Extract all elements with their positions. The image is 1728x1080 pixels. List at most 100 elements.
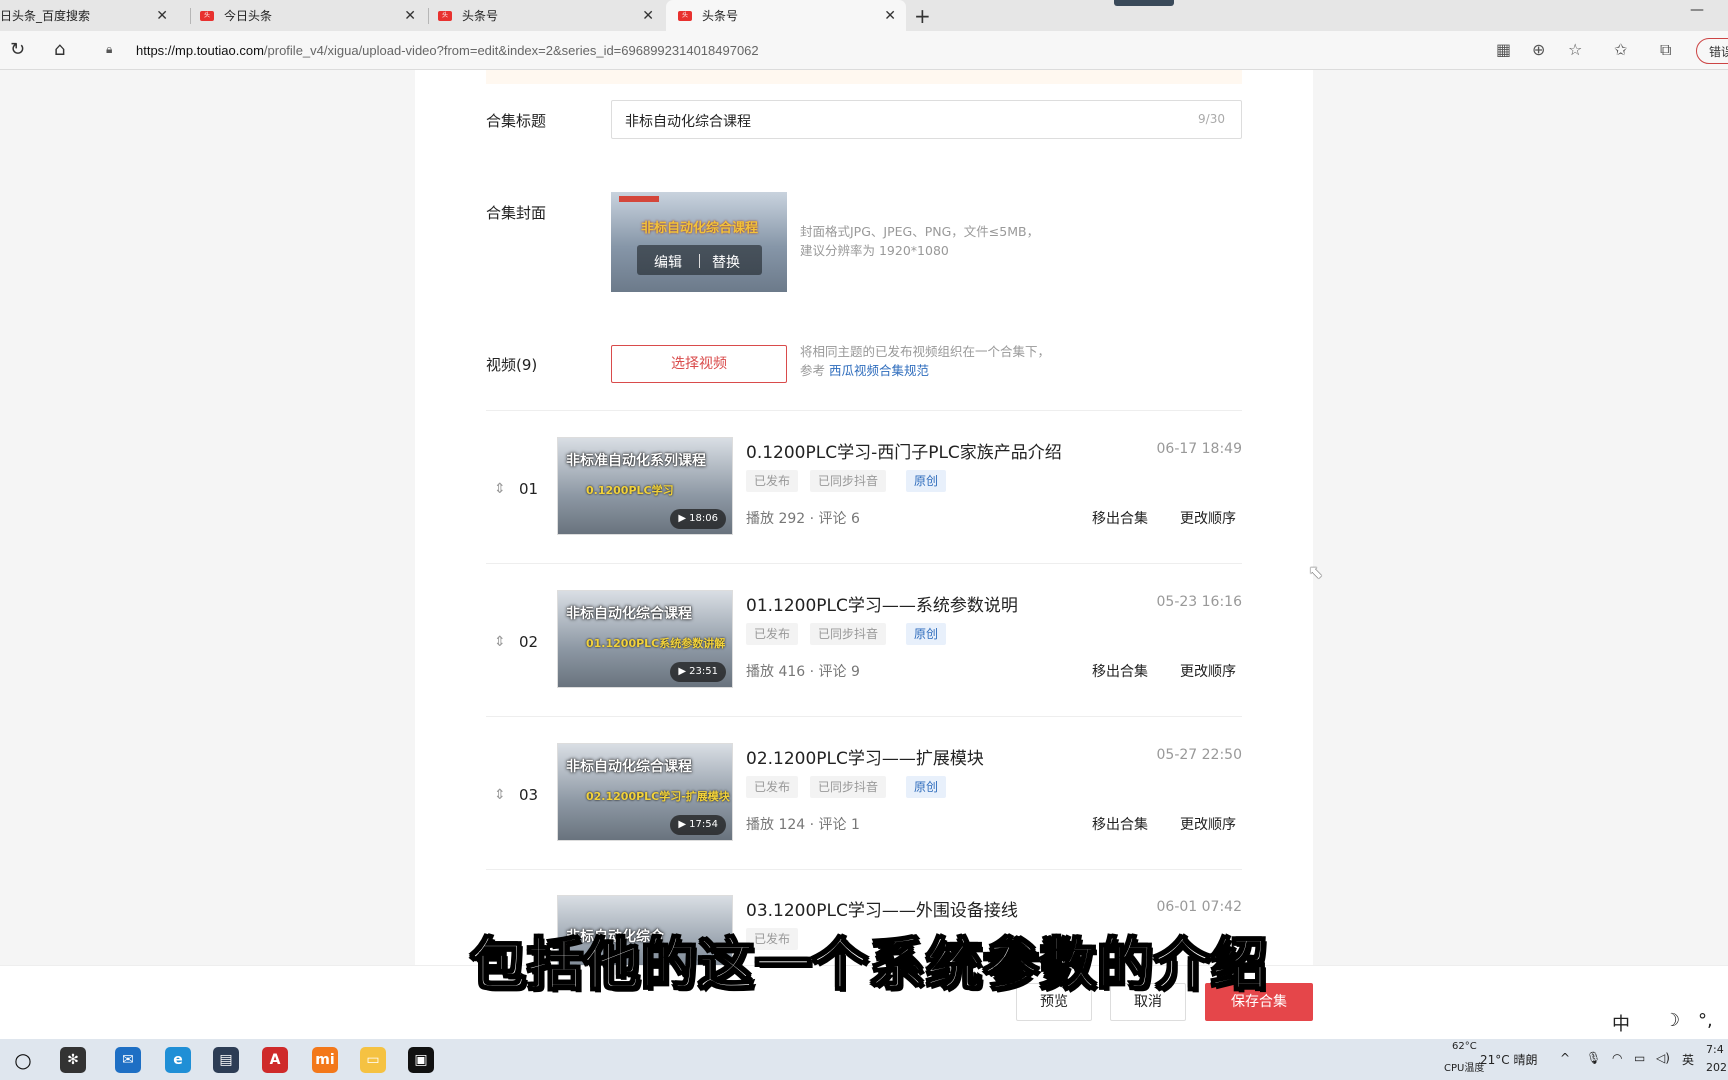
videos-hint-line-1: 将相同主题的已发布视频组织在一个合集下， [800,344,1051,359]
video-title[interactable]: 02.1200PLC学习——扩展模块 [746,744,984,769]
video-title[interactable]: 01.1200PLC学习——系统参数说明 [746,591,1018,616]
close-icon[interactable]: ✕ [884,8,896,24]
lock-icon[interactable]: 🔒︎ [106,42,112,57]
close-icon[interactable]: ✕ [642,8,654,24]
mail-icon[interactable]: ✉ [115,1047,141,1073]
status-badge: 已发布 [746,470,799,492]
tab-toutiaohao[interactable]: 头 头条号 ✕ [438,0,664,31]
home-icon[interactable]: ⌂ [54,39,65,60]
drag-handle-icon[interactable]: ⇕ [494,481,506,497]
clock-date[interactable]: 202 [1706,1061,1727,1074]
cover-hint-line-2: 建议分辨率为 1920*1080 [800,243,949,258]
minimize-icon[interactable]: — [1690,2,1704,18]
error-pill[interactable]: 错误 [1696,38,1728,64]
thumb-title: 非标准自动化系列课程 [566,453,706,469]
video-date: 06-17 18:49 [1156,441,1242,457]
autocad-icon[interactable]: A [262,1047,288,1073]
change-order-button[interactable]: 更改顺序 [1180,661,1236,681]
close-icon[interactable]: ✕ [404,8,416,24]
battery-icon[interactable]: ▭ [1634,1051,1645,1065]
refresh-icon[interactable]: ↻ [10,39,25,60]
thumb-subtitle: 0.1200PLC学习 [586,484,674,497]
microphone-icon[interactable]: 🎙︎ [1586,1051,1601,1065]
night-mode-icon[interactable]: ☽ [1664,1010,1680,1031]
video-row: ⇕ 01 非标准自动化系列课程 0.1200PLC学习 ▶ 18:06 0.12… [486,413,1242,566]
video-date: 05-27 22:50 [1156,747,1242,763]
drag-handle-icon[interactable]: ⇕ [494,634,506,650]
camera-icon[interactable]: ▣ [408,1047,434,1073]
change-order-button[interactable]: 更改顺序 [1180,814,1236,834]
network-icon[interactable]: ◠ [1612,1051,1622,1065]
cover-replace-button[interactable]: 替换 [712,252,740,272]
thumb-title: 非标自动化综合课程 [566,606,692,622]
tab-title: 日头条_百度搜索 [0,9,91,23]
video-row: ⇕ 03 非标自动化综合课程 02.1200PLC学习-扩展模块 ▶ 17:54… [486,719,1242,872]
remove-from-collection-button[interactable]: 移出合集 [1092,814,1148,834]
page: 合集标题 非标自动化综合课程 9/30 合集封面 非标自动化综合课程 编辑 替换… [0,70,1728,965]
input-language[interactable]: 英 [1682,1051,1694,1068]
zoom-icon[interactable]: ⊕ [1532,40,1545,59]
video-duration: ▶ 18:06 [670,509,726,529]
clock-time[interactable]: 7:4 [1706,1043,1724,1056]
url-path: /profile_v4/xigua/upload-video?from=edit… [263,43,759,58]
xigua-collection-rules-link[interactable]: 西瓜视频合集规范 [829,363,929,378]
close-icon[interactable]: ✕ [156,8,168,24]
video-subtitle: 包括他的这一个系统参数的介绍 [469,932,1268,999]
video-thumbnail[interactable]: 非标自动化综合课程 02.1200PLC学习-扩展模块 ▶ 17:54 [557,743,733,841]
tab-title: 头条号 [462,9,499,23]
edge-icon[interactable]: e [165,1047,191,1073]
cover-label: 合集封面 [486,204,547,222]
app-available-icon[interactable]: ▦ [1496,40,1511,59]
videos-hint-prefix: 参考 [800,363,829,378]
cover-hint-line-1: 封面格式JPG、JPEG、PNG，文件≤5MB， [800,224,1040,239]
tab-toutiao[interactable]: 头 今日头条 ✕ [200,0,426,31]
remove-from-collection-button[interactable]: 移出合集 [1092,508,1148,528]
window-grip [1114,0,1174,6]
new-tab-icon[interactable]: + [914,4,931,28]
video-title[interactable]: 0.1200PLC学习-西门子PLC家族产品介绍 [746,438,1062,463]
video-title[interactable]: 03.1200PLC学习——外围设备接线 [746,896,1018,921]
toutiao-favicon-icon: 头 [438,10,452,21]
weather[interactable]: 21°C 晴朗 [1480,1051,1537,1068]
add-favorite-icon[interactable]: ☆ [1568,40,1582,59]
divider [486,716,1242,717]
cover-image-text: 非标自动化综合课程 [641,221,759,236]
status-badge: 已发布 [746,623,799,645]
drag-handle-icon[interactable]: ⇕ [494,787,506,803]
toutiao-favicon-icon: 头 [200,10,214,21]
volume-icon[interactable]: ◁) [1656,1051,1670,1065]
video-thumbnail[interactable]: 非标自动化综合课程 01.1200PLC系统参数讲解 ▶ 23:51 [557,590,733,688]
video-stats: 播放 416 · 评论 9 [746,664,860,680]
search-icon[interactable]: ○ [10,1047,36,1073]
cover-edit-button[interactable]: 编辑 [654,252,682,272]
punctuation-icon[interactable]: °, [1698,1010,1713,1031]
collections-icon[interactable]: ⧉ [1660,40,1671,60]
sync-badge: 已同步抖音 [810,470,887,492]
ime-language-indicator[interactable]: 中 [1612,1010,1630,1036]
collection-title-input[interactable]: 非标自动化综合课程 9/30 [611,100,1242,139]
app-icon[interactable]: ✻ [60,1047,86,1073]
original-badge: 原创 [906,470,947,492]
cover-image[interactable]: 非标自动化综合课程 编辑 替换 [611,192,787,292]
change-order-button[interactable]: 更改顺序 [1180,508,1236,528]
tab-baidu-search[interactable]: 日头条_百度搜索 ✕ [0,0,178,31]
remove-from-collection-button[interactable]: 移出合集 [1092,661,1148,681]
tab-title: 今日头条 [224,9,273,23]
video-thumbnail[interactable]: 非标准自动化系列课程 0.1200PLC学习 ▶ 18:06 [557,437,733,535]
divider [486,563,1242,564]
mi-icon[interactable]: mi [312,1047,338,1073]
url-field[interactable]: https://mp.toutiao.com/profile_v4/xigua/… [136,43,759,58]
tray-chevron-icon[interactable]: ^ [1560,1051,1570,1065]
store-icon[interactable]: ▤ [213,1047,239,1073]
thumb-title: 非标自动化综合课程 [566,759,692,775]
tab-toutiaohao-active[interactable]: 头 头条号 ✕ [666,0,906,31]
select-video-button[interactable]: 选择视频 [611,345,787,383]
cover-hint: 封面格式JPG、JPEG、PNG，文件≤5MB， 建议分辨率为 1920*108… [800,222,1039,260]
tab-title: 头条号 [702,9,739,23]
video-index: 02 [519,633,539,651]
video-duration: ▶ 23:51 [670,662,726,682]
favorites-icon[interactable]: ✩ [1614,40,1627,59]
title-label: 合集标题 [486,112,547,130]
folder-icon[interactable]: ▭ [360,1047,386,1073]
taskbar: ○ ✻ ✉ e ▤ A mi ▭ ▣ 62°C CPU温度 21°C 晴朗 ^ … [0,1039,1728,1080]
